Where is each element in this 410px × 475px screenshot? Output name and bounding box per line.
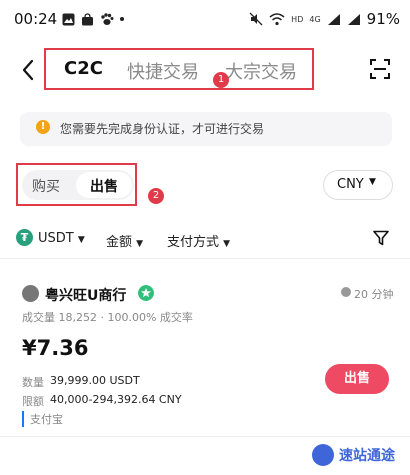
signal-label: 4G	[309, 14, 321, 24]
quantity-label: 数量	[22, 376, 44, 389]
usdt-icon: ₮	[16, 229, 33, 246]
amount-filter-label: 金额	[106, 235, 133, 250]
paw-icon	[101, 12, 114, 25]
caret-down-icon: ▼	[369, 177, 376, 187]
limit-label: 限额	[22, 395, 44, 408]
asset-filter-label: USDT	[38, 231, 74, 246]
merchant-name[interactable]: 粤兴旺U商行	[45, 285, 126, 305]
response-time: 20 分钟	[354, 288, 394, 301]
tab-sell[interactable]: 出售	[90, 176, 118, 196]
shopping-bag-icon	[82, 12, 93, 25]
caret-down-icon: ▼	[223, 239, 231, 249]
signal-icon	[327, 13, 340, 25]
signal-icon-2	[347, 13, 360, 25]
battery-level: 91%	[366, 10, 400, 28]
quantity-value: 39,999.00 USDT	[50, 374, 140, 387]
status-right: HD 4G 91%	[249, 10, 400, 28]
payment-method: 支付宝	[22, 411, 63, 427]
caret-down-icon: ▼	[77, 235, 85, 245]
sell-button[interactable]: 出售	[325, 364, 389, 394]
mute-icon	[249, 12, 263, 26]
verified-badge-icon	[138, 285, 154, 301]
watermark-text: 速站通途	[339, 448, 395, 464]
annotation-badge-2: 2	[148, 188, 164, 204]
dot-icon	[120, 17, 124, 21]
notification-icons	[62, 11, 124, 27]
divider	[0, 258, 410, 259]
merchant-stats: 成交量 18,252 · 100.00% 成交率	[22, 311, 193, 324]
tab-block-trade[interactable]: 大宗交易	[225, 58, 297, 84]
status-bar: 00:24 HD 4G 91%	[0, 0, 410, 38]
clock-icon	[341, 287, 351, 297]
annotation-badge-1: 1	[213, 72, 229, 88]
ad-price: ¥7.36	[22, 336, 89, 360]
watermark: 速站通途	[312, 442, 395, 468]
tab-quick-trade[interactable]: 快捷交易	[127, 58, 199, 84]
watermark-logo-icon	[312, 444, 334, 466]
scan-icon[interactable]	[368, 57, 392, 81]
tab-buy[interactable]: 购买	[32, 176, 60, 196]
divider	[0, 436, 410, 437]
warning-icon: !	[36, 120, 50, 134]
notice-text: 您需要先完成身份认证，才可进行交易	[60, 122, 265, 136]
back-arrow-icon[interactable]	[18, 58, 40, 82]
payment-filter-label: 支付方式	[167, 235, 220, 250]
image-icon	[62, 13, 75, 25]
network-label: HD	[291, 14, 304, 24]
asset-filter[interactable]: USDT ▼	[38, 231, 85, 246]
status-time: 00:24	[14, 10, 58, 28]
amount-filter[interactable]: 金额 ▼	[106, 231, 143, 250]
tab-c2c[interactable]: C2C	[64, 58, 103, 79]
merchant-avatar[interactable]	[22, 285, 39, 302]
payment-filter[interactable]: 支付方式 ▼	[167, 231, 230, 250]
wifi-icon	[269, 12, 285, 25]
currency-value: CNY	[337, 177, 364, 192]
filter-funnel-icon[interactable]	[373, 230, 389, 246]
caret-down-icon: ▼	[136, 239, 144, 249]
limit-value: 40,000-294,392.64 CNY	[50, 393, 182, 406]
